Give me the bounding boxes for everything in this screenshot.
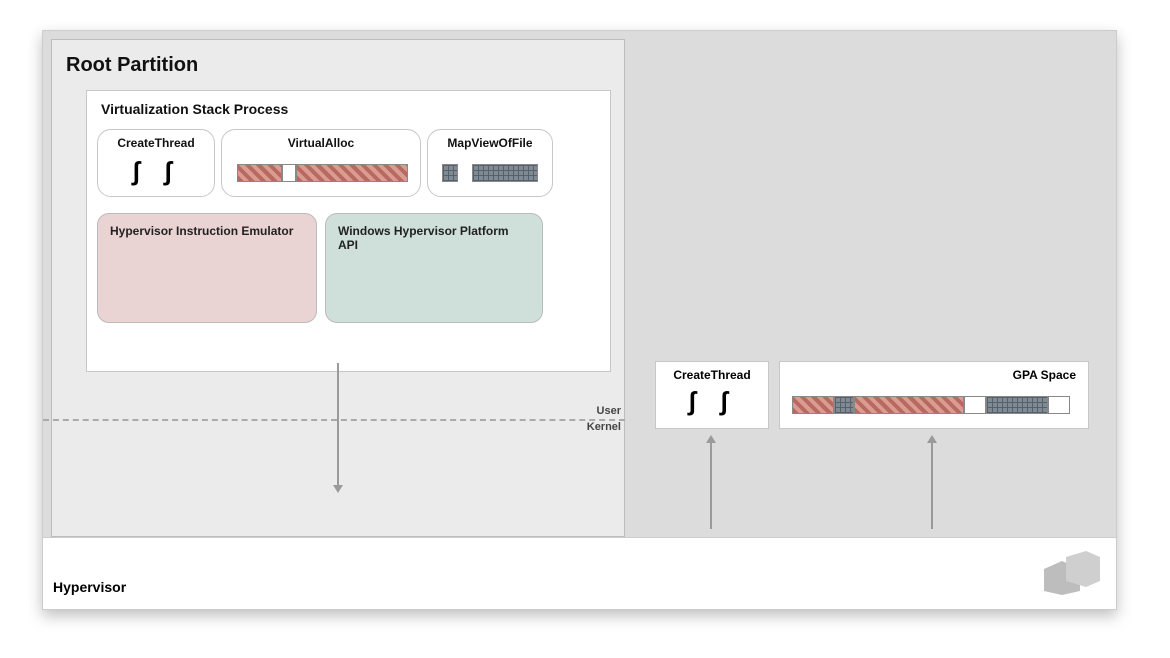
- hypervisor-label: Hypervisor: [53, 579, 126, 595]
- gpa-gap-icon: [1048, 396, 1070, 414]
- gpa-mapped-icon: [834, 396, 854, 414]
- memory-segment-icon: [296, 164, 408, 182]
- virtualalloc-label: VirtualAlloc: [222, 136, 420, 150]
- gpa-mapped-icon: [986, 396, 1048, 414]
- memory-segment-icon: [237, 164, 282, 182]
- hypervisor-band: Hypervisor: [43, 537, 1116, 609]
- createthread-pill: CreateThread ʃ ʃ: [97, 129, 215, 197]
- user-kernel-boundary-line: [43, 419, 625, 421]
- user-mode-label: User: [597, 405, 621, 417]
- thread-icon: ʃ ʃ: [98, 156, 214, 187]
- platform-api-label: Windows Hypervisor Platform API: [338, 224, 509, 252]
- gpa-segment-icon: [792, 396, 834, 414]
- arrow-up-icon: [931, 441, 933, 529]
- thread-icon: ʃ ʃ: [656, 386, 768, 417]
- createthread-label: CreateThread: [98, 136, 214, 150]
- emulator-label: Hypervisor Instruction Emulator: [110, 224, 293, 238]
- root-partition-title: Root Partition: [66, 54, 198, 77]
- gpa-segment-icon: [854, 396, 964, 414]
- kernel-mode-label: Kernel: [587, 421, 621, 433]
- virtualization-stack-title: Virtualization Stack Process: [101, 101, 288, 117]
- arrow-down-icon: [337, 363, 339, 487]
- logo-icon: [1042, 551, 1102, 595]
- hypervisor-instruction-emulator-box: Hypervisor Instruction Emulator: [97, 213, 317, 323]
- windows-hypervisor-platform-api-box: Windows Hypervisor Platform API: [325, 213, 543, 323]
- gpa-gap-icon: [964, 396, 986, 414]
- mapped-region-icon: [472, 164, 538, 182]
- createthread-guest-box: CreateThread ʃ ʃ: [655, 361, 769, 429]
- gpa-space-box: GPA Space: [779, 361, 1089, 429]
- mapped-page-icon: [442, 164, 458, 182]
- mapviewoffile-pill: MapViewOfFile: [427, 129, 553, 197]
- mapviewoffile-label: MapViewOfFile: [428, 136, 552, 150]
- virtualization-stack-box: Virtualization Stack Process CreateThrea…: [86, 90, 611, 372]
- arrow-up-icon: [710, 441, 712, 529]
- createthread-guest-label: CreateThread: [656, 368, 768, 382]
- gpa-space-label: GPA Space: [1013, 368, 1076, 382]
- diagram-frame: Root Partition Virtualization Stack Proc…: [42, 30, 1117, 610]
- memory-gap-icon: [282, 164, 296, 182]
- virtualalloc-pill: VirtualAlloc: [221, 129, 421, 197]
